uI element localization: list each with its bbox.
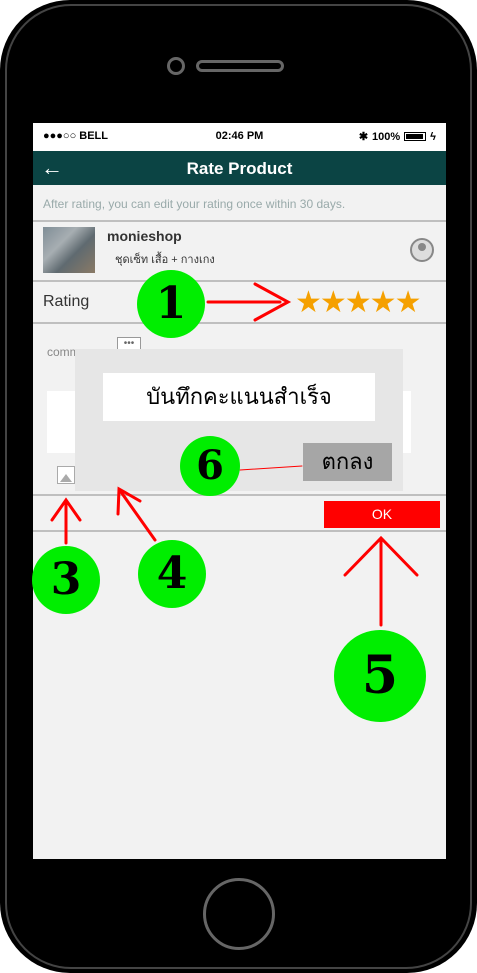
nav-bar: ← Rate Product: [33, 151, 446, 185]
app-screen: ●●●○○ BELL 02:46 PM ✱ 100% ϟ ← Rate Prod…: [33, 123, 446, 859]
annotation-6: 6: [180, 436, 240, 496]
shop-avatar-icon[interactable]: [410, 238, 434, 262]
phone-frame: ●●●○○ BELL 02:46 PM ✱ 100% ϟ ← Rate Prod…: [0, 0, 477, 973]
divider: [33, 494, 446, 496]
home-button[interactable]: [203, 878, 275, 950]
charging-icon: ϟ: [430, 130, 436, 143]
annotation-5: 5: [334, 630, 426, 722]
dialog-message: บันทึกคะแนนสำเร็จ: [103, 373, 375, 421]
rating-label: Rating: [43, 293, 90, 310]
battery-percent: 100%: [372, 130, 401, 143]
annotation-1: 1: [137, 270, 205, 338]
divider: [33, 530, 446, 532]
annotation-4: 4: [138, 540, 206, 608]
divider: [33, 322, 446, 324]
shop-name: monieshop: [107, 228, 182, 244]
rating-hint: After rating, you can edit your rating o…: [43, 197, 346, 211]
add-image-icon[interactable]: [57, 466, 75, 484]
annotation-3: 3: [32, 546, 100, 614]
battery-icon: [404, 132, 427, 141]
status-bar: ●●●○○ BELL 02:46 PM ✱ 100% ϟ: [33, 123, 446, 151]
dialog-confirm-button[interactable]: ตกลง: [303, 443, 392, 481]
battery-area: ✱ 100% ϟ: [358, 130, 436, 144]
camera-icon: [167, 57, 185, 75]
speaker-grille: [196, 60, 284, 72]
bluetooth-icon: ✱: [358, 131, 369, 143]
divider: [33, 220, 446, 222]
ok-button[interactable]: OK: [324, 501, 440, 528]
page-title: Rate Product: [186, 159, 293, 178]
product-thumbnail: [43, 227, 95, 273]
divider: [33, 280, 446, 282]
star-rating[interactable]: ★★★★★: [295, 285, 421, 320]
product-name: ชุดเซ็ท เสื้อ + กางเกง: [115, 254, 215, 266]
